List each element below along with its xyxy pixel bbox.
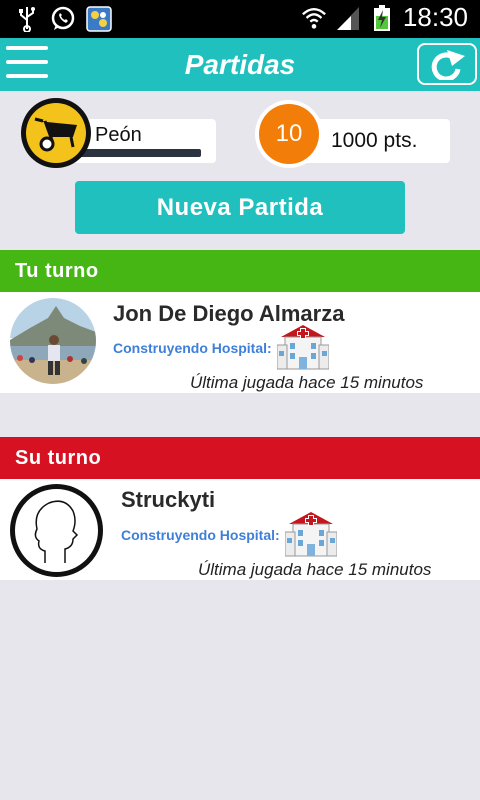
avatar [10,298,96,384]
new-game-button[interactable]: Nueva Partida [75,181,405,234]
avatar [10,484,103,577]
app-bar: Partidas [0,38,480,91]
section-header-your-turn: Tu turno [0,250,480,292]
game-row[interactable]: Struckyti Construyendo Hospital: Última … [0,479,480,580]
battery-charging-icon [369,4,395,32]
last-move-text: Última jugada hace 15 minutos [198,560,432,579]
status-label: Construyendo Hospital: [121,527,280,543]
whatsapp-icon [50,5,76,33]
points-value: 1000 pts. [331,129,418,152]
points-card: 1000 pts. [300,119,450,163]
rank-label: Peón [95,124,142,146]
usb-icon [14,5,40,33]
level-badge: 10 [255,100,323,168]
hospital-icon [276,323,330,371]
page-title: Partidas [184,49,296,80]
wifi-icon [301,4,327,32]
game-app-icon [86,5,112,33]
status-bar: 18:30 [0,0,480,38]
game-row[interactable]: Jon De Diego Almarza Construyendo Hospit… [0,292,480,393]
player-name: Struckyti [121,487,216,512]
signal-icon [335,4,361,32]
section-header-their-turn: Su turno [0,437,480,479]
rank-badge [21,98,91,168]
clock: 18:30 [402,2,468,32]
wheelbarrow-icon [34,117,77,152]
last-move-text: Última jugada hace 15 minutos [190,373,424,392]
rank-progress-bar [78,149,201,157]
refresh-icon [431,50,465,80]
hospital-icon [284,510,338,558]
status-label: Construyendo Hospital: [113,340,272,356]
refresh-button[interactable] [417,43,477,85]
level-value: 10 [259,104,319,164]
